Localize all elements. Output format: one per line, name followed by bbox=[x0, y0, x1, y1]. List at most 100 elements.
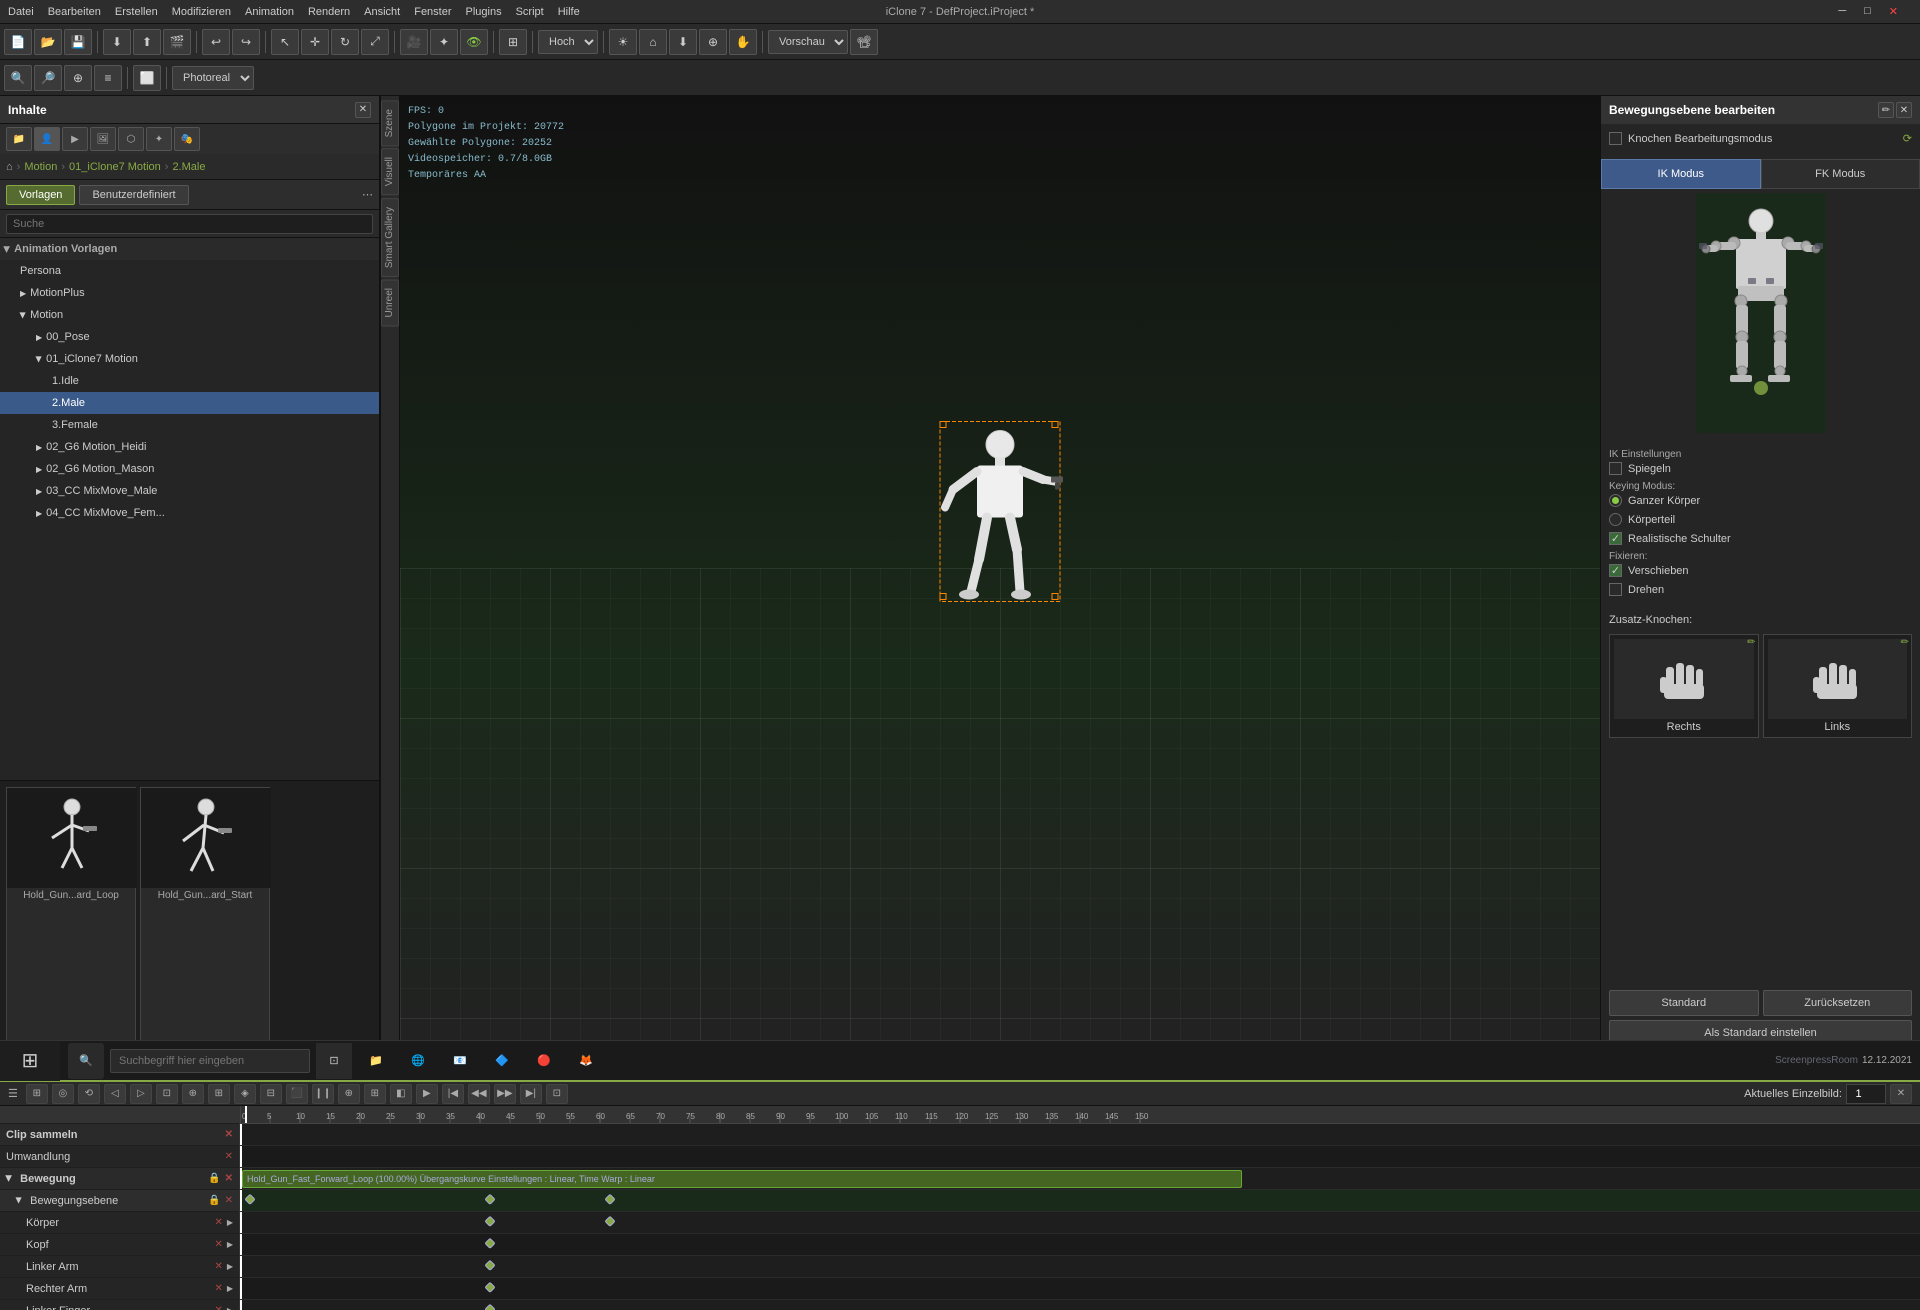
tree-3female[interactable]: 3.Female bbox=[0, 414, 379, 436]
clip-bewegung[interactable]: Hold_Gun_Fast_Forward_Loop (100.00%) Übe… bbox=[242, 1170, 1242, 1188]
track-kopf[interactable] bbox=[240, 1234, 1920, 1256]
tl-tb-btn4[interactable]: ◁ bbox=[104, 1084, 126, 1104]
new-btn[interactable]: 📄 bbox=[4, 29, 32, 55]
tl-x-be[interactable]: ✕ bbox=[225, 1195, 233, 1206]
knochen-checkbox[interactable] bbox=[1609, 132, 1622, 145]
tl-x-umwandlung[interactable]: ✕ bbox=[225, 1151, 233, 1162]
render-btn[interactable]: 🎬 bbox=[163, 29, 191, 55]
realistische-schulter-checkbox[interactable]: ✓ bbox=[1609, 532, 1622, 545]
tl-row-bewegungsebene[interactable]: ▶ Bewegungsebene 🔒 ✕ bbox=[0, 1190, 239, 1212]
tl-row-kopf[interactable]: Kopf ✕ ▶ bbox=[0, 1234, 239, 1256]
win-close[interactable]: ✕ bbox=[1889, 5, 1898, 18]
person-icon-tab[interactable]: 👤 bbox=[34, 127, 60, 151]
tree-g6-mason[interactable]: ▶ 02_G6 Motion_Mason bbox=[0, 458, 379, 480]
tl-tracks[interactable]: 0 5 10 15 20 25 30 bbox=[240, 1106, 1920, 1310]
tree-anim-vorlagen[interactable]: ▶ Animation Vorlagen bbox=[0, 238, 379, 260]
tl-lock-bewegung[interactable]: 🔒 bbox=[208, 1173, 220, 1184]
tree-1idle[interactable]: 1.Idle bbox=[0, 370, 379, 392]
taskbar-icon1[interactable]: 📁 bbox=[358, 1043, 394, 1079]
koerperteil-radio[interactable] bbox=[1609, 513, 1622, 526]
tb2-btn2[interactable]: 🔎 bbox=[34, 65, 62, 91]
tl-row-umwandlung[interactable]: Umwandlung ✕ bbox=[0, 1146, 239, 1168]
tree-cc-male[interactable]: ▶ 03_CC MixMove_Male bbox=[0, 480, 379, 502]
save-btn[interactable]: 💾 bbox=[64, 29, 92, 55]
taskbar-icon4[interactable]: 🔷 bbox=[484, 1043, 520, 1079]
folder-icon-tab[interactable]: 📁 bbox=[6, 127, 32, 151]
render-mode-dropdown[interactable]: Photoreal bbox=[172, 66, 254, 90]
tree-2male[interactable]: 2.Male bbox=[0, 392, 379, 414]
tl-tb-btn13[interactable]: ⊕ bbox=[338, 1084, 360, 1104]
tl-close-btn[interactable]: ✕ bbox=[1890, 1084, 1912, 1104]
menu-rendern[interactable]: Rendern bbox=[308, 6, 350, 18]
tl-ff-btn[interactable]: ▶▶ bbox=[494, 1084, 516, 1104]
zuruecksetzen-button[interactable]: Zurücksetzen bbox=[1763, 990, 1913, 1016]
verschieben-checkbox[interactable]: ✓ bbox=[1609, 564, 1622, 577]
rotate-btn[interactable]: ↻ bbox=[331, 29, 359, 55]
track-bewegungsebene[interactable] bbox=[240, 1190, 1920, 1212]
tb2-btn1[interactable]: 🔍 bbox=[4, 65, 32, 91]
tree-motion[interactable]: ▶ Motion bbox=[0, 304, 379, 326]
menu-ansicht[interactable]: Ansicht bbox=[364, 6, 400, 18]
male-crumb[interactable]: 2.Male bbox=[172, 161, 205, 173]
tb2-btn3[interactable]: ⊕ bbox=[64, 65, 92, 91]
search-input[interactable] bbox=[6, 214, 373, 234]
taskbar-icon5[interactable]: 🔴 bbox=[526, 1043, 562, 1079]
kf-lf-0[interactable] bbox=[484, 1303, 495, 1310]
ganzer-koerper-radio[interactable] bbox=[1609, 494, 1622, 507]
fx-icon-tab[interactable]: ✦ bbox=[146, 127, 172, 151]
close-left-panel[interactable]: ✕ bbox=[355, 102, 371, 118]
tl-prev-btn[interactable]: |◀ bbox=[442, 1084, 464, 1104]
spiegeln-checkbox[interactable] bbox=[1609, 462, 1622, 475]
track-koerper[interactable] bbox=[240, 1212, 1920, 1234]
kf-ko-1[interactable] bbox=[604, 1215, 615, 1226]
tree-persona[interactable]: Persona bbox=[0, 260, 379, 282]
tl-play-btn[interactable]: ▶ bbox=[416, 1084, 438, 1104]
tl-row-linker-arm[interactable]: Linker Arm ✕ ▶ bbox=[0, 1256, 239, 1278]
tl-x-linker-arm[interactable]: ✕ bbox=[214, 1261, 222, 1272]
close-right-panel[interactable]: ✕ bbox=[1896, 102, 1912, 118]
tl-x-bewegung[interactable]: ✕ bbox=[225, 1173, 233, 1184]
tl-tb-btn9[interactable]: ◈ bbox=[234, 1084, 256, 1104]
tb2-frame-btn[interactable]: ⬜ bbox=[133, 65, 161, 91]
import-btn[interactable]: ⬇ bbox=[103, 29, 131, 55]
track-rechter-arm[interactable] bbox=[240, 1278, 1920, 1300]
tl-tb-btn7[interactable]: ⊕ bbox=[182, 1084, 204, 1104]
anim-icon-tab[interactable]: ▶ bbox=[62, 127, 88, 151]
menu-script[interactable]: Script bbox=[516, 6, 544, 18]
kf-ra-0[interactable] bbox=[484, 1281, 495, 1292]
tl-lock-be[interactable]: 🔒 bbox=[208, 1195, 220, 1206]
open-btn[interactable]: 📂 bbox=[34, 29, 62, 55]
scale-btn[interactable]: ⤢ bbox=[361, 29, 389, 55]
tl-tb-btn8[interactable]: ⊞ bbox=[208, 1084, 230, 1104]
kf-be-1[interactable] bbox=[484, 1193, 495, 1204]
grid-btn[interactable]: ⊞ bbox=[499, 29, 527, 55]
menu-hilfe[interactable]: Hilfe bbox=[558, 6, 580, 18]
tree-cc-fem[interactable]: ▶ 04_CC MixMove_Fem... bbox=[0, 502, 379, 524]
expand-linker-finger[interactable]: ▶ bbox=[227, 1306, 233, 1310]
expand-kopf[interactable]: ▶ bbox=[227, 1240, 233, 1249]
tl-row-clip-sammeln[interactable]: Clip sammeln ✕ bbox=[0, 1124, 239, 1146]
expand-linker-arm[interactable]: ▶ bbox=[227, 1262, 233, 1271]
tl-tb-btn6[interactable]: ⊡ bbox=[156, 1084, 178, 1104]
tl-end-btn[interactable]: ▶| bbox=[520, 1084, 542, 1104]
motion-crumb[interactable]: Motion bbox=[24, 161, 57, 173]
viewport[interactable]: FPS: 0 Polygone im Projekt: 20772 Gewähl… bbox=[400, 96, 1600, 1080]
expand-koerper[interactable]: ▶ bbox=[227, 1218, 233, 1227]
vorlagen-tab[interactable]: Vorlagen bbox=[6, 185, 75, 205]
track-bewegung[interactable]: Hold_Gun_Fast_Forward_Loop (100.00%) Übe… bbox=[240, 1168, 1920, 1190]
light-btn[interactable]: ✦ bbox=[430, 29, 458, 55]
ik-modus-tab[interactable]: IK Modus bbox=[1601, 159, 1761, 189]
home-crumb[interactable]: ⌂ bbox=[6, 161, 13, 173]
redo-btn[interactable]: ↪ bbox=[232, 29, 260, 55]
side-tab-visuell[interactable]: Visuell bbox=[381, 148, 399, 195]
tl-x-linker-finger[interactable]: ✕ bbox=[214, 1305, 222, 1310]
kf-la-0[interactable] bbox=[484, 1259, 495, 1270]
menu-erstellen[interactable]: Erstellen bbox=[115, 6, 158, 18]
tl-x-rechter-arm[interactable]: ✕ bbox=[214, 1283, 222, 1294]
tl-tb-btn3[interactable]: ⟲ bbox=[78, 1084, 100, 1104]
pan-btn[interactable]: ✋ bbox=[729, 29, 757, 55]
tree-00pose[interactable]: ▶ 00_Pose bbox=[0, 326, 379, 348]
side-tab-smartgallery[interactable]: Smart Gallery bbox=[381, 198, 399, 277]
tl-tb-btn11[interactable]: ⬛ bbox=[286, 1084, 308, 1104]
tl-tb-btn1[interactable]: ⊞ bbox=[26, 1084, 48, 1104]
